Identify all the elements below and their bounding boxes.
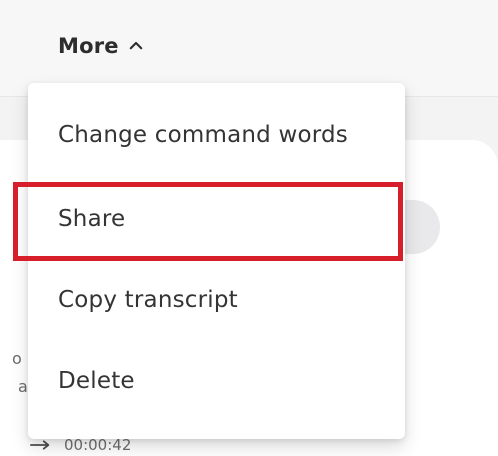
menu-item-label: Share [58, 206, 126, 232]
menu-item-copy-transcript[interactable]: Copy transcript [28, 260, 405, 340]
menu-item-share[interactable]: Share [28, 179, 405, 259]
background-snippet-1: o [12, 349, 22, 368]
menu-item-label: Delete [58, 368, 135, 394]
more-label: More [58, 34, 119, 58]
menu-item-label: Copy transcript [58, 287, 238, 313]
menu-item-change-command-words[interactable]: Change command words [28, 95, 405, 175]
more-menu-toggle[interactable]: More [58, 34, 145, 58]
arrow-right-icon [30, 440, 50, 450]
screen-stage: More o a 00:00:42 Change command words S… [0, 0, 498, 456]
background-snippet-2: a [18, 377, 28, 396]
more-dropdown-menu: Change command words Share Copy transcri… [28, 83, 405, 439]
menu-item-delete[interactable]: Delete [28, 341, 405, 421]
menu-item-label: Change command words [58, 122, 348, 148]
chevron-up-icon [129, 41, 143, 50]
